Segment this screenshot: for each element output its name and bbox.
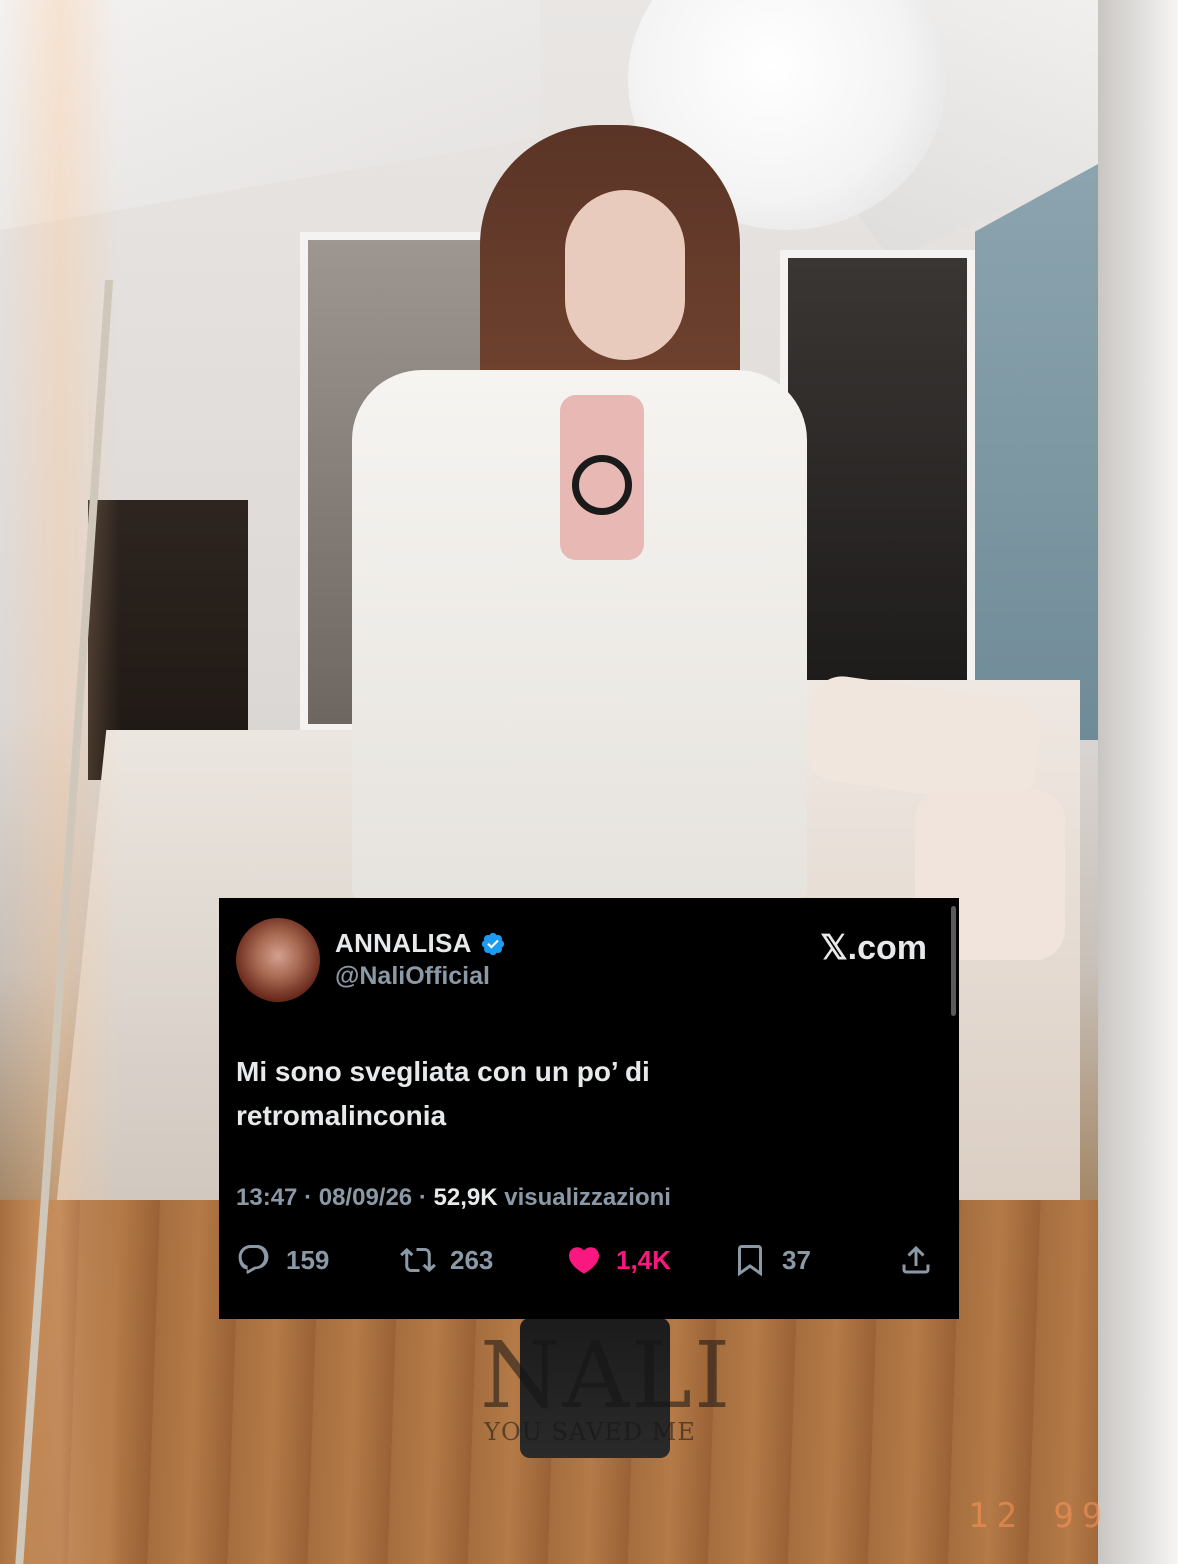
retweet-count: 263 (450, 1244, 494, 1275)
retweet-button[interactable]: 263 (400, 1242, 493, 1278)
share-button[interactable] (898, 1242, 934, 1278)
author-handle[interactable]: @NaliOfficial (335, 962, 490, 991)
person-face (565, 190, 685, 360)
scrollbar[interactable] (951, 906, 956, 1016)
reply-count: 159 (286, 1244, 330, 1275)
tweet-time[interactable]: 13:47 (236, 1184, 297, 1211)
phone-logo (572, 455, 632, 515)
action-bar: 159 263 1,4K 37 (236, 1242, 936, 1286)
verified-badge-icon (481, 932, 504, 955)
views-label: visualizzazioni (504, 1184, 671, 1211)
heart-icon (568, 1247, 600, 1274)
tweet-meta: 13:47 · 08/09/26 · 52,9K visualizzazioni (236, 1184, 671, 1212)
tweet-card[interactable]: ANNALISA @NaliOfficial 𝕏.com Mi sono sve… (219, 898, 959, 1319)
mirror-frame-right (1098, 0, 1178, 1564)
tweet-text: Mi sono svegliata con un po’ di retromal… (236, 1050, 876, 1138)
tweet-date[interactable]: 08/09/26 (319, 1184, 412, 1211)
watermark-subtitle: YOU SAVED ME (484, 1418, 696, 1446)
author-name[interactable]: ANNALISA (335, 928, 472, 959)
bookmark-count: 37 (782, 1244, 811, 1275)
meta-separator: · (418, 1184, 427, 1211)
views-count: 52,9K (433, 1184, 498, 1211)
light-leak (0, 0, 120, 1564)
like-count: 1,4K (616, 1244, 671, 1275)
retweet-icon (400, 1247, 436, 1273)
meta-separator: · (304, 1184, 313, 1211)
like-button[interactable]: 1,4K (566, 1242, 671, 1278)
avatar[interactable] (236, 918, 320, 1002)
share-icon (902, 1245, 930, 1274)
reply-icon (238, 1245, 269, 1274)
tweet-text-line: retromalinconia (236, 1100, 447, 1131)
reply-button[interactable]: 159 (236, 1242, 329, 1278)
tweet-text-line: Mi sono svegliata con un po’ di (236, 1056, 650, 1087)
bookmark-button[interactable]: 37 (732, 1242, 811, 1278)
bookmark-icon (738, 1245, 762, 1277)
watermark: NALI YOU SAVED ME (480, 1322, 733, 1447)
closet-doorway (780, 250, 975, 690)
site-label: 𝕏.com (820, 929, 927, 967)
author-row: ANNALISA (335, 928, 506, 959)
watermark-title: NALI (480, 1322, 733, 1429)
date-stamp: 12 99 (968, 1496, 1111, 1536)
